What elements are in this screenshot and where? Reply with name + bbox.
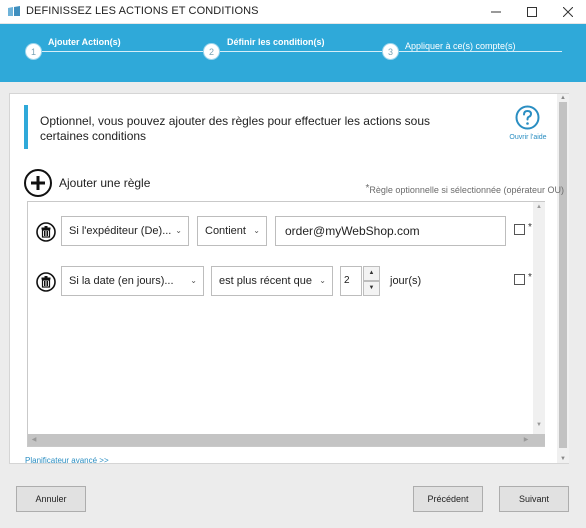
rule-operator-dropdown[interactable]: est plus récent que ⌄ xyxy=(211,266,333,296)
maximize-button[interactable] xyxy=(514,0,550,24)
days-unit-label: jour(s) xyxy=(390,275,422,287)
rule-operator-dropdown[interactable]: Contient ⌄ xyxy=(197,216,267,246)
chevron-down-icon: ⌄ xyxy=(319,276,326,285)
optional-star: * xyxy=(528,272,532,283)
add-rule-icon[interactable] xyxy=(24,169,52,197)
window-title: DEFINISSEZ LES ACTIONS ET CONDITIONS xyxy=(26,5,259,17)
app-icon xyxy=(8,6,20,16)
scroll-left-arrow[interactable]: ◀ xyxy=(30,436,38,443)
rules-horizontal-scrollbar[interactable]: ◀ ▶ xyxy=(28,434,545,446)
trash-icon[interactable] xyxy=(36,272,56,292)
info-accent-bar xyxy=(24,105,28,149)
scroll-down-arrow[interactable]: ▼ xyxy=(533,422,545,428)
maximize-icon xyxy=(527,7,537,17)
rule-operator-value: est plus récent que xyxy=(219,275,312,287)
chevron-down-icon: ⌄ xyxy=(175,226,182,235)
optional-rule-checkbox[interactable] xyxy=(514,274,525,285)
step-1-label: Ajouter Action(s) xyxy=(48,37,121,47)
info-text: Optionnel, vous pouvez ajouter des règle… xyxy=(40,114,431,143)
scrollbar-thumb[interactable] xyxy=(559,102,567,448)
scroll-up-arrow[interactable]: ▲ xyxy=(557,94,569,102)
stepper-up-icon[interactable]: ▲ xyxy=(363,266,380,281)
help-link[interactable]: Ouvrir l'aide xyxy=(508,132,548,143)
optional-rule-hint: *Règle optionnelle si sélectionnée (opér… xyxy=(365,183,564,195)
rule-operator-value: Contient xyxy=(205,225,246,237)
days-stepper-value[interactable]: 2 xyxy=(340,266,362,296)
chevron-down-icon: ⌄ xyxy=(190,276,197,285)
step-2-label: Définir les condition(s) xyxy=(227,37,325,47)
rule-value-input[interactable]: order@myWebShop.com xyxy=(275,216,506,246)
step-1-number: 1 xyxy=(25,43,42,60)
add-rule-label[interactable]: Ajouter une règle xyxy=(59,176,150,190)
scroll-right-arrow[interactable]: ▶ xyxy=(522,436,530,443)
step-3-label: Appliquer à ce(s) compte(s) xyxy=(405,41,516,51)
next-button[interactable]: Suivant xyxy=(499,486,569,512)
optional-rule-checkbox[interactable] xyxy=(514,224,525,235)
wizard-steps: 1 Ajouter Action(s) 2 Définir les condit… xyxy=(0,24,586,82)
chevron-down-icon: ⌄ xyxy=(253,226,260,235)
scroll-down-arrow[interactable]: ▼ xyxy=(557,455,569,463)
advanced-scheduler-link[interactable]: Planificateur avancé >> xyxy=(25,456,109,465)
hint-text: Règle optionnelle si sélectionnée (opéra… xyxy=(369,185,564,195)
step-3-number: 3 xyxy=(382,43,399,60)
rule-field-dropdown[interactable]: Si la date (en jours)... ⌄ xyxy=(61,266,204,296)
minimize-button[interactable] xyxy=(478,0,514,24)
panel-scrollbar[interactable]: ▲ ▼ xyxy=(557,94,569,463)
rule-field-dropdown[interactable]: Si l'expéditeur (De)... ⌄ xyxy=(61,216,189,246)
trash-icon[interactable] xyxy=(36,222,56,242)
scroll-up-arrow[interactable]: ▲ xyxy=(533,204,545,210)
days-stepper[interactable]: 2 ▲ ▼ xyxy=(340,266,380,296)
stepper-down-icon[interactable]: ▼ xyxy=(363,281,380,296)
rule-field-value: Si l'expéditeur (De)... xyxy=(69,225,172,237)
rules-list: Si l'expéditeur (De)... ⌄ Contient ⌄ ord… xyxy=(27,201,545,447)
title-bar: DEFINISSEZ LES ACTIONS ET CONDITIONS xyxy=(0,0,586,24)
wizard-progress-line xyxy=(32,51,562,52)
close-icon xyxy=(563,7,573,17)
previous-button[interactable]: Précédent xyxy=(413,486,483,512)
rule-field-value: Si la date (en jours)... xyxy=(69,275,174,287)
scrollbar-thumb[interactable] xyxy=(40,436,521,444)
rules-vertical-scrollbar[interactable]: ▲ ▼ xyxy=(533,202,545,446)
close-button[interactable] xyxy=(550,0,586,24)
help-icon[interactable] xyxy=(515,105,540,130)
optional-star: * xyxy=(528,222,532,233)
step-2-number: 2 xyxy=(203,43,220,60)
cancel-button[interactable]: Annuler xyxy=(16,486,86,512)
minimize-icon xyxy=(491,11,501,13)
